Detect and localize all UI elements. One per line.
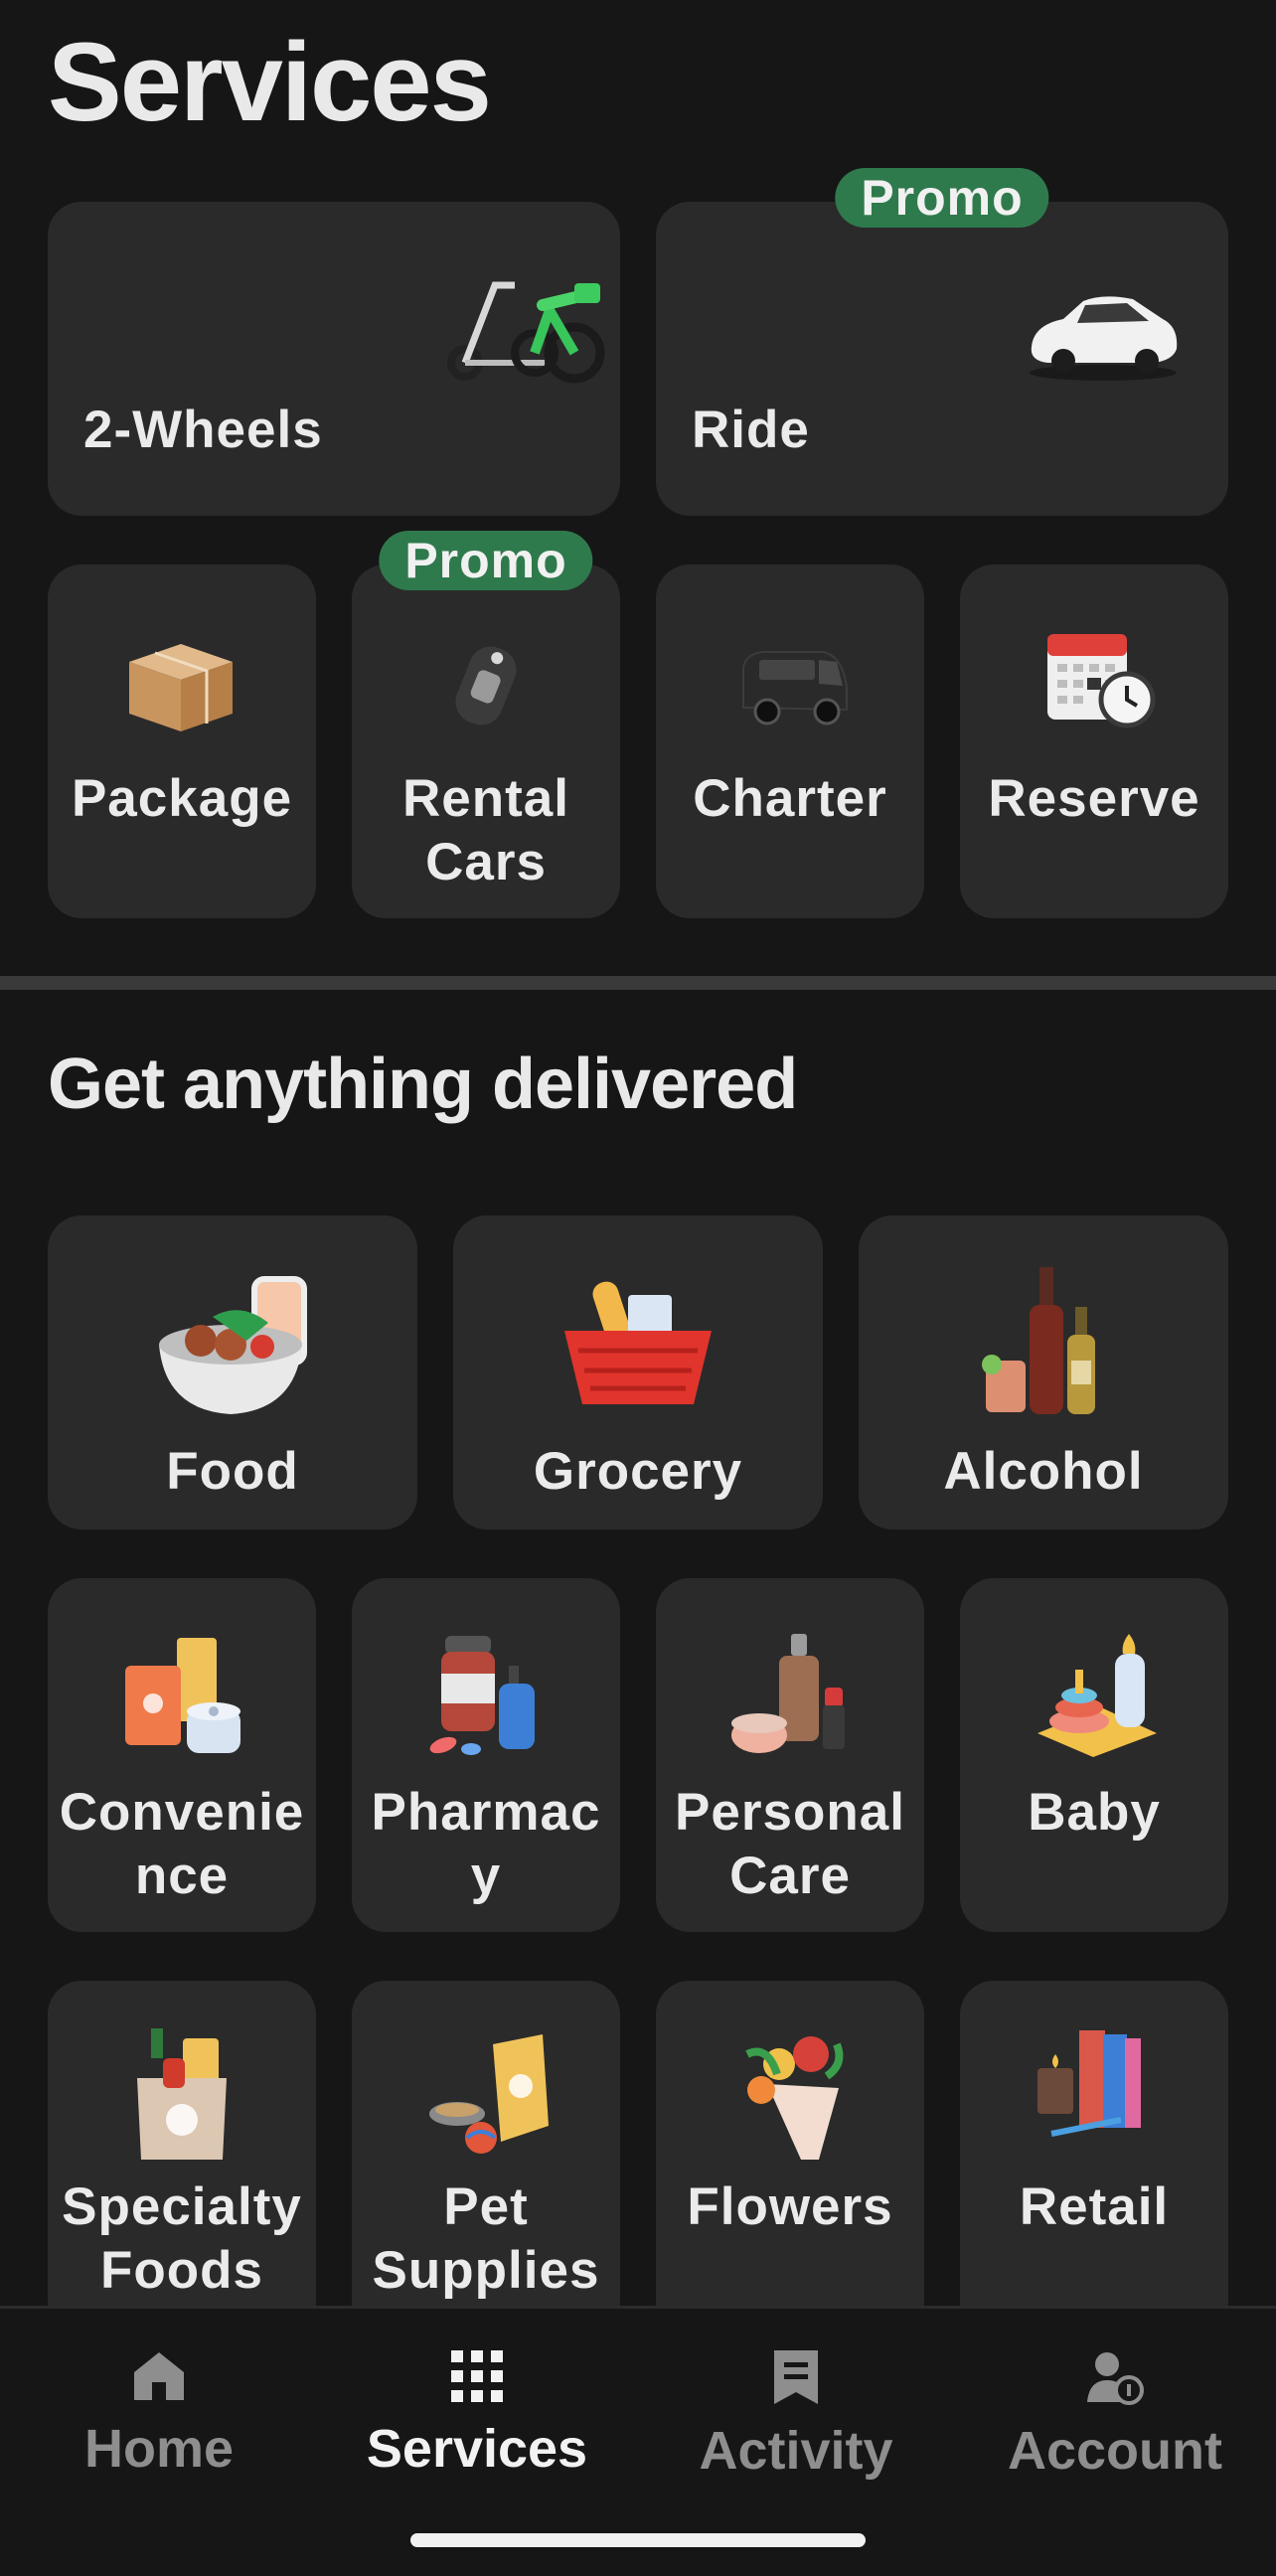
receipt-icon	[774, 2350, 818, 2404]
pharmacy-bottles-icon	[429, 1636, 535, 1755]
convenience-goods-icon	[125, 1638, 240, 1753]
section-divider	[0, 976, 1276, 990]
calendar-clock-icon	[1047, 634, 1156, 728]
service-label: Package	[71, 769, 293, 828]
service-tile-charter[interactable]: Charter	[656, 564, 924, 918]
delivery-tile-flowers[interactable]: Flowers	[656, 1981, 924, 2334]
service-label: Charter	[693, 769, 887, 828]
home-icon	[134, 2352, 184, 2400]
delivery-label: Retail	[1019, 2177, 1170, 2236]
delivery-label: Personal Care	[675, 1783, 905, 1905]
delivery-tile-grocery[interactable]: Grocery	[453, 1215, 823, 1530]
nav-label: Account	[1008, 2421, 1222, 2481]
delivery-tile-specialty-foods[interactable]: Specialty Foods	[48, 1981, 316, 2334]
van-icon	[742, 651, 848, 725]
delivery-tile-baby[interactable]: Baby	[960, 1578, 1228, 1932]
nav-activity[interactable]: Activity	[647, 2348, 945, 2482]
wine-bottles-icon	[982, 1267, 1095, 1414]
delivery-tile-alcohol[interactable]: Alcohol	[859, 1215, 1228, 1530]
car-icon	[1030, 296, 1178, 381]
service-tile-2-wheels[interactable]: 2-Wheels	[48, 202, 620, 516]
delivery-tile-pharmacy[interactable]: Pharmac y	[352, 1578, 620, 1932]
grocery-basket-icon	[564, 1281, 712, 1404]
baby-bottle-icon	[1037, 1634, 1157, 1757]
delivery-label: Baby	[1028, 1783, 1161, 1842]
delivery-label: Specialty Foods	[62, 2177, 302, 2300]
service-label: Reserve	[988, 769, 1200, 828]
grid-icon	[451, 2350, 503, 2402]
nav-home[interactable]: Home	[10, 2348, 308, 2480]
cosmetics-icon	[731, 1634, 845, 1753]
scooter-bike-icon	[447, 281, 605, 384]
delivery-label: Flowers	[687, 2177, 893, 2236]
car-key-icon	[455, 646, 517, 725]
bouquet-icon	[745, 2036, 844, 2160]
delivery-tile-personal-care[interactable]: Personal Care	[656, 1578, 924, 1932]
promo-badge: Promo	[835, 168, 1049, 228]
service-label: Rental Cars	[402, 769, 569, 891]
account-icon	[1087, 2352, 1144, 2405]
nav-label: Services	[366, 2419, 588, 2479]
service-label: 2-Wheels	[83, 401, 323, 459]
service-tile-package[interactable]: Package	[48, 564, 316, 918]
nav-label: Home	[83, 2419, 235, 2479]
pet-food-icon	[429, 2034, 549, 2154]
service-label: Ride	[692, 401, 810, 459]
package-box-icon	[129, 644, 233, 731]
delivery-tile-pet-supplies[interactable]: Pet Supplies	[352, 1981, 620, 2334]
delivery-label: Food	[166, 1442, 299, 1501]
nav-services[interactable]: Services	[328, 2348, 626, 2480]
delivery-label: Convenie nce	[59, 1783, 305, 1905]
delivery-label: Pet Supplies	[372, 2177, 600, 2300]
nav-account[interactable]: Account	[966, 2348, 1264, 2482]
specialty-bag-icon	[137, 2028, 227, 2160]
delivery-tile-retail[interactable]: Retail	[960, 1981, 1228, 2334]
delivery-label: Alcohol	[943, 1442, 1144, 1501]
section-heading: Get anything delivered	[48, 1045, 798, 1124]
service-tile-reserve[interactable]: Reserve	[960, 564, 1228, 918]
promo-badge: Promo	[379, 531, 593, 590]
delivery-label: Pharmac y	[371, 1783, 601, 1905]
books-candle-icon	[1037, 2030, 1141, 2137]
page-title: Services	[48, 20, 492, 144]
nav-label: Activity	[699, 2421, 893, 2481]
delivery-label: Grocery	[533, 1442, 743, 1501]
food-bowl-icon	[159, 1276, 307, 1414]
service-tile-rental-cars[interactable]: Rental Cars	[352, 564, 620, 918]
home-indicator[interactable]	[410, 2533, 866, 2547]
delivery-tile-food[interactable]: Food	[48, 1215, 417, 1530]
service-tile-ride[interactable]: Ride	[656, 202, 1228, 516]
delivery-tile-convenience[interactable]: Convenie nce	[48, 1578, 316, 1932]
